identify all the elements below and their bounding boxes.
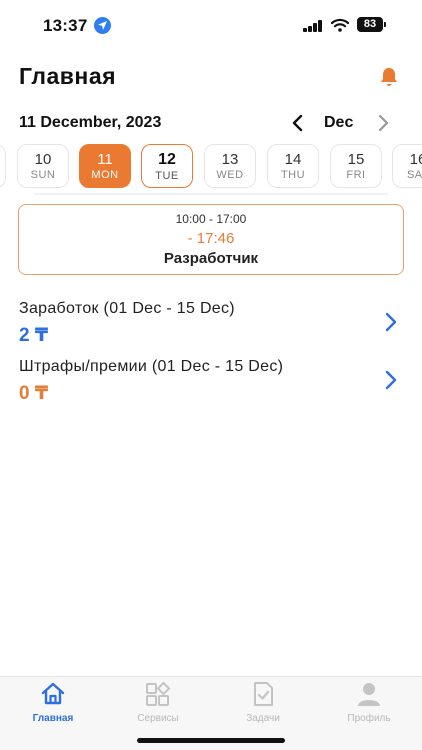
day-number: 12 — [158, 151, 176, 168]
day-weekday: SUN — [30, 169, 56, 181]
tasks-icon — [249, 681, 277, 707]
day-number: 11 — [97, 151, 113, 168]
day-weekday: MON — [91, 169, 119, 181]
chevron-right-icon[interactable] — [374, 113, 392, 133]
tab-label: Профиль — [347, 713, 391, 724]
day-number: 15 — [347, 151, 365, 168]
fines-title: Штрафы/премии (01 Dec - 15 Dec) — [19, 358, 284, 375]
fines-value: 0 ₸ — [19, 383, 49, 404]
earnings-title: Заработок (01 Dec - 15 Dec) — [19, 300, 235, 317]
earnings-value: 2 ₸ — [19, 325, 49, 346]
earnings-row[interactable]: Заработок (01 Dec - 15 Dec) 2 ₸ — [0, 300, 422, 350]
notification-bell-icon[interactable] — [378, 66, 400, 93]
services-icon — [144, 681, 172, 707]
day-item[interactable] — [0, 144, 6, 188]
day-strip-scroll-indicator — [34, 193, 388, 195]
day-number: 14 — [284, 151, 302, 168]
month-label: Dec — [324, 114, 354, 131]
day-weekday: THU — [280, 169, 306, 181]
home-indicator — [137, 738, 285, 743]
tab-label: Главная — [32, 713, 74, 724]
fines-row[interactable]: Штрафы/премии (01 Dec - 15 Dec) 0 ₸ — [0, 358, 422, 408]
chevron-right-icon[interactable] — [383, 311, 399, 338]
day-item[interactable]: 16 SAT — [392, 144, 422, 188]
day-weekday: SAT — [406, 169, 422, 181]
status-bar: 13:37 83 — [0, 0, 422, 50]
shift-role: Разработчик — [163, 250, 259, 267]
tab-services[interactable]: Сервисы — [118, 681, 198, 724]
day-strip[interactable]: 10 SUN 11 MON 12 TUE 13 WED 14 THU 15 FR… — [0, 144, 422, 190]
day-item-selected[interactable]: 11 MON — [79, 144, 131, 188]
chevron-left-icon[interactable] — [289, 113, 307, 133]
chevron-right-icon[interactable] — [383, 369, 399, 396]
location-arrow-icon — [94, 17, 111, 34]
day-item[interactable]: 15 FRI — [330, 144, 382, 188]
tab-label: Сервисы — [137, 713, 179, 724]
day-item[interactable]: 10 SUN — [17, 144, 69, 188]
day-number: 10 — [34, 151, 52, 168]
day-weekday: TUE — [155, 170, 179, 182]
day-weekday: WED — [216, 169, 244, 181]
battery-indicator: 83 — [357, 17, 386, 32]
tab-tasks[interactable]: Задачи — [223, 681, 303, 724]
day-item-today[interactable]: 12 TUE — [141, 144, 193, 188]
page-title: Главная — [19, 63, 117, 89]
home-icon — [39, 681, 67, 707]
shift-checkout-time: - 17:46 — [187, 230, 235, 247]
day-number: 16 — [409, 151, 422, 168]
status-time: 13:37 — [43, 16, 88, 35]
shift-card[interactable]: 10:00 - 17:00 - 17:46 Разработчик — [18, 204, 404, 275]
day-weekday: FRI — [346, 169, 366, 181]
selected-date-label: 11 December, 2023 — [19, 114, 162, 131]
profile-icon — [355, 681, 383, 707]
day-item[interactable]: 14 THU — [267, 144, 319, 188]
tab-home[interactable]: Главная — [13, 681, 93, 724]
day-number: 13 — [221, 151, 239, 168]
cellular-signal-icon — [303, 20, 323, 32]
shift-time: 10:00 - 17:00 — [175, 212, 247, 226]
wifi-icon — [330, 18, 350, 37]
tab-label: Задачи — [246, 713, 280, 724]
day-item[interactable]: 13 WED — [204, 144, 256, 188]
tab-profile[interactable]: Профиль — [329, 681, 409, 724]
